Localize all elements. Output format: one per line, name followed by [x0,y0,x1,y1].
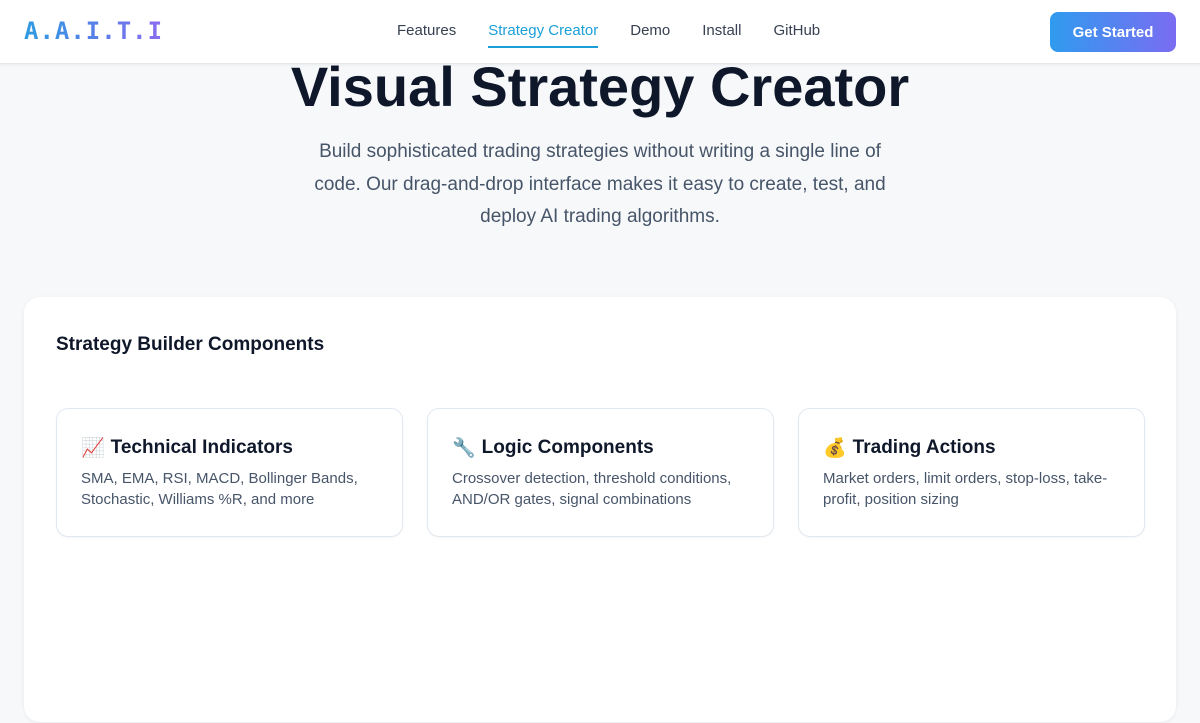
card-title-row: 📈 Technical Indicators [81,436,378,460]
component-cards: 📈 Technical Indicators SMA, EMA, RSI, MA… [56,408,1145,537]
nav-link-features[interactable]: Features [397,22,456,48]
card-title: Technical Indicators [110,437,293,458]
top-navbar: A.A.I.T.I Features Strategy Creator Demo… [0,0,1200,64]
nav-link-github[interactable]: GitHub [773,22,820,48]
card-title: Logic Components [481,437,654,458]
card-logic-components: 🔧 Logic Components Crossover detection, … [427,408,774,537]
chart-increasing-icon: 📈 [81,437,105,459]
card-description: Market orders, limit orders, stop-loss, … [823,470,1108,508]
card-trading-actions: 💰 Trading Actions Market orders, limit o… [798,408,1145,537]
wrench-icon: 🔧 [452,437,476,459]
logo[interactable]: A.A.I.T.I [24,16,163,46]
get-started-button[interactable]: Get Started [1050,12,1176,52]
main-nav: Features Strategy Creator Demo Install G… [397,22,820,48]
card-description: Crossover detection, threshold condition… [452,470,732,508]
card-title: Trading Actions [852,437,996,458]
card-title-row: 🔧 Logic Components [452,436,749,460]
nav-link-install[interactable]: Install [702,22,741,48]
card-description: SMA, EMA, RSI, MACD, Bollinger Bands, St… [81,470,358,508]
nav-link-strategy-creator[interactable]: Strategy Creator [488,22,599,48]
card-technical-indicators: 📈 Technical Indicators SMA, EMA, RSI, MA… [56,408,403,537]
strategy-builder-panel: Strategy Builder Components 📈 Technical … [24,297,1176,722]
section-title: Strategy Builder Components [56,334,325,355]
money-bag-icon: 💰 [823,437,847,459]
card-title-row: 💰 Trading Actions [823,436,1120,460]
nav-link-demo[interactable]: Demo [630,22,670,48]
hero-subtitle: Build sophisticated trading strategies w… [314,141,886,227]
